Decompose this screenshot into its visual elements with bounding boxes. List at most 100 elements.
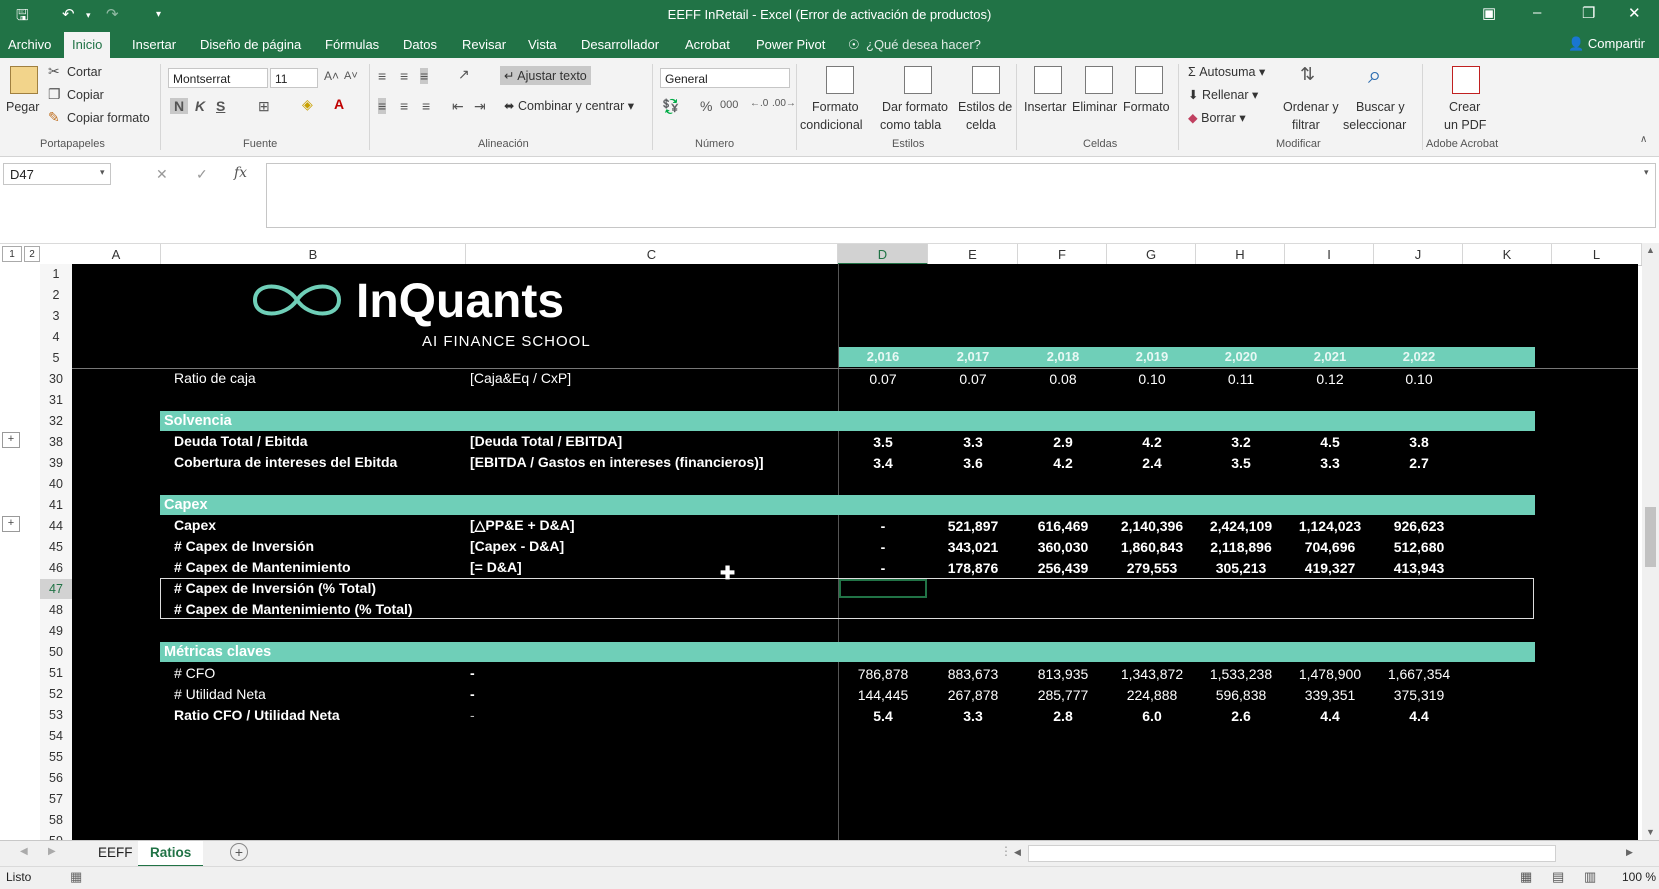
col-header-g[interactable]: G (1107, 244, 1196, 265)
tab-datos[interactable]: Datos (403, 37, 437, 52)
fill-button[interactable]: ⬇ Rellenar ▾ (1188, 87, 1258, 102)
expand-group-icon[interactable]: + (2, 516, 20, 532)
cell-value[interactable]: 3.3 (928, 706, 1018, 726)
cell-value[interactable]: 413,943 (1374, 558, 1464, 578)
cell-value[interactable]: 285,777 (1018, 685, 1108, 705)
row-header[interactable]: 2 (40, 285, 72, 305)
horizontal-scroll-thumb[interactable] (1028, 845, 1556, 862)
bold-button[interactable]: N (170, 98, 188, 114)
cell-value[interactable]: 4.4 (1285, 706, 1375, 726)
add-sheet-icon[interactable]: + (230, 843, 248, 861)
thousands-icon[interactable]: 000 (720, 99, 738, 111)
tab-formulas[interactable]: Fórmulas (325, 37, 379, 52)
row-header[interactable]: 57 (40, 789, 72, 809)
insert-cells-button[interactable]: Insertar (1024, 100, 1066, 114)
cut-button[interactable]: Cortar (67, 65, 102, 79)
tab-split-icon[interactable]: ⋮ (1000, 844, 1012, 858)
cell-value[interactable]: 4.2 (1107, 432, 1197, 452)
increase-decimal-icon[interactable]: ←.0 (750, 98, 768, 109)
expand-group-icon[interactable]: + (2, 432, 20, 448)
cell-styles-button[interactable]: Estilos de (958, 100, 1012, 114)
row-header[interactable]: 46 (40, 558, 72, 578)
row-header[interactable]: 52 (40, 684, 72, 704)
row-header[interactable]: 40 (40, 474, 72, 494)
cell-value[interactable]: 1,343,872 (1107, 664, 1197, 684)
row-header[interactable]: 32 (40, 411, 72, 431)
tab-desarrollador[interactable]: Desarrollador (581, 37, 659, 52)
name-box-dropdown-icon[interactable]: ▾ (100, 167, 105, 178)
vertical-scrollbar[interactable]: ▲ ▼ (1642, 243, 1659, 840)
row-header[interactable]: 3 (40, 306, 72, 326)
tab-diseno-pagina[interactable]: Diseño de página (200, 37, 301, 52)
align-right-icon[interactable]: ≡ (422, 98, 430, 114)
format-as-table-button[interactable]: Dar formato (882, 100, 948, 114)
sort-filter-button[interactable]: Ordenar y (1283, 100, 1339, 114)
cell-value[interactable]: 2.6 (1196, 706, 1286, 726)
tab-power-pivot[interactable]: Power Pivot (756, 37, 825, 52)
cell-value[interactable]: 0.12 (1285, 369, 1375, 389)
col-header-i[interactable]: I (1285, 244, 1374, 265)
cell-value[interactable]: 6.0 (1107, 706, 1197, 726)
number-format-select[interactable]: General (660, 68, 790, 88)
minimize-icon[interactable]: ‒ (1533, 4, 1541, 21)
decrease-decimal-icon[interactable]: .00→ (772, 98, 796, 109)
wrap-text-button[interactable]: ↵ Ajustar texto (500, 66, 591, 85)
row-header[interactable]: 45 (40, 537, 72, 557)
row-header[interactable]: 47 (40, 579, 72, 599)
normal-view-icon[interactable]: ▦ (1520, 869, 1532, 885)
copy-button[interactable]: Copiar (67, 88, 104, 102)
find-select-button[interactable]: Buscar y (1356, 100, 1405, 114)
cell-value[interactable]: 178,876 (928, 558, 1018, 578)
tab-inicio[interactable]: Inicio (64, 32, 111, 58)
enter-icon[interactable]: ✓ (196, 166, 208, 183)
merge-center-button[interactable]: ⬌ Combinar y centrar ▾ (504, 98, 634, 113)
format-cells-button[interactable]: Formato (1123, 100, 1170, 114)
cell-value[interactable]: 0.08 (1018, 369, 1108, 389)
cell-value[interactable]: 786,878 (838, 664, 928, 684)
font-family-select[interactable]: Montserrat (168, 68, 268, 88)
row-header[interactable]: 55 (40, 747, 72, 767)
orientation-icon[interactable]: ↗ (458, 66, 470, 83)
row-header[interactable]: 1 (40, 264, 72, 284)
col-header-k[interactable]: K (1463, 244, 1552, 265)
scroll-up-icon[interactable]: ▲ (1646, 245, 1655, 255)
italic-button[interactable]: K (195, 98, 205, 114)
cell-value[interactable]: 512,680 (1374, 537, 1464, 557)
cell-value[interactable]: 267,878 (928, 685, 1018, 705)
cell-value[interactable]: 4.5 (1285, 432, 1375, 452)
cell-value[interactable]: 0.11 (1196, 369, 1286, 389)
cell-value[interactable]: 1,478,900 (1285, 664, 1375, 684)
cell-value[interactable]: 144,445 (838, 685, 928, 705)
autosum-button[interactable]: Σ Autosuma ▾ (1188, 64, 1265, 79)
close-icon[interactable]: ✕ (1628, 4, 1641, 22)
decrease-indent-icon[interactable]: ⇤ (452, 98, 464, 115)
col-header-d[interactable]: D (838, 244, 928, 265)
increase-indent-icon[interactable]: ⇥ (474, 98, 486, 115)
cell-value[interactable]: 3.5 (838, 432, 928, 452)
cell-value[interactable]: 521,897 (928, 516, 1018, 536)
decrease-font-icon[interactable]: A˅ (344, 70, 358, 82)
scroll-right-icon[interactable]: ▶ (1626, 847, 1633, 858)
cell-value[interactable]: 3.8 (1374, 432, 1464, 452)
col-header-f[interactable]: F (1018, 244, 1107, 265)
cell-value[interactable]: 0.10 (1107, 369, 1197, 389)
font-size-select[interactable]: 11 (270, 68, 318, 88)
cell-value[interactable]: 0.10 (1374, 369, 1464, 389)
cancel-icon[interactable]: ✕ (156, 166, 168, 183)
paste-button[interactable]: Pegar (6, 100, 39, 114)
currency-icon[interactable]: 💱 (662, 98, 679, 115)
collapse-ribbon-icon[interactable]: ∧ (1640, 134, 1647, 145)
cell-value[interactable]: 2.4 (1107, 453, 1197, 473)
row-header[interactable]: 30 (40, 369, 72, 389)
tab-acrobat[interactable]: Acrobat (685, 37, 730, 52)
align-bottom-icon[interactable]: ≡ (420, 68, 429, 84)
tell-me-search[interactable]: ¿Qué desea hacer? (866, 37, 981, 52)
tab-archivo[interactable]: Archivo (8, 37, 51, 52)
clear-button[interactable]: ◆ Borrar ▾ (1188, 110, 1246, 125)
create-pdf-button[interactable]: Crear (1449, 100, 1480, 114)
cell-value[interactable]: 339,351 (1285, 685, 1375, 705)
cell-value[interactable]: 4.4 (1374, 706, 1464, 726)
cell-value[interactable]: 3.3 (1285, 453, 1375, 473)
borders-icon[interactable]: ⊞ (258, 98, 270, 115)
paste-icon[interactable] (10, 66, 38, 94)
